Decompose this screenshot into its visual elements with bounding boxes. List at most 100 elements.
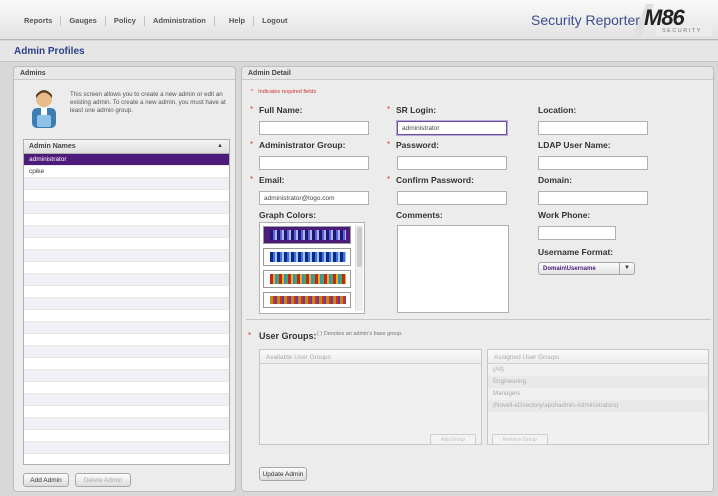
list-item[interactable]: Managers [488,388,708,400]
admin-names-list: Admin Names ▲ administrator cpike [23,139,230,465]
admins-panel: Admins This screen allows you to create … [13,66,236,492]
admin-group-field[interactable] [259,156,369,170]
nav-help[interactable]: Help [221,16,255,26]
sr-login-label: SR Login: [396,105,437,115]
nav-administration[interactable]: Administration [145,16,215,26]
location-label: Location: [538,105,577,115]
chevron-down-icon: ▼ [619,263,634,274]
list-item[interactable]: Engineering [488,376,708,388]
sr-login-field[interactable]: administrator [397,121,507,135]
ldap-user-field[interactable] [538,156,648,170]
list-item [24,202,229,214]
user-groups-label: User Groups: [259,331,317,341]
m86-logo: M86 SECURITY [632,4,714,38]
add-admin-button[interactable]: Add Admin [23,473,69,487]
admin-user-icon [32,90,56,128]
admin-row-administrator[interactable]: administrator [24,154,229,166]
user-groups-note: ( ) Denotes an admin's base group. [317,331,403,337]
domain-label: Domain: [538,175,572,185]
admin-group-label: Administrator Group: [259,140,346,150]
nav-logout[interactable]: Logout [254,16,295,26]
admin-names-header[interactable]: Admin Names ▲ [24,140,229,154]
delete-admin-button[interactable]: Delete Admin [75,473,131,487]
required-star-icon: * [250,105,254,114]
list-item[interactable]: (All) [488,364,708,376]
required-star-icon: * [387,140,391,149]
list-item [24,430,229,442]
list-item [24,322,229,334]
graph-colors-label: Graph Colors: [259,210,317,220]
color-swatch-2[interactable] [263,248,351,266]
required-star-icon: * [387,175,391,184]
list-item [24,274,229,286]
product-name: Security Reporter [531,12,640,28]
ldap-user-label: LDAP User Name: [538,140,611,150]
list-item[interactable]: (Novell-eDirectory/apohadmin-Administrat… [488,400,708,412]
graph-colors-picker [259,222,365,314]
available-groups-list[interactable]: Available User Groups [259,349,482,445]
color-swatch-3[interactable] [263,270,351,288]
palette-blue-icon [270,252,346,262]
list-item [24,286,229,298]
list-item [24,358,229,370]
password-label: Password: [396,140,439,150]
list-item [24,250,229,262]
list-item [24,238,229,250]
nav-reports[interactable]: Reports [16,16,62,26]
section-divider [246,319,711,320]
list-item [24,418,229,430]
email-label: Email: [259,175,285,185]
list-item [24,442,229,454]
admin-names-header-label: Admin Names [29,143,76,150]
location-field[interactable] [538,121,648,135]
full-name-field[interactable] [259,121,369,135]
work-phone-field[interactable] [538,226,616,240]
list-item [24,310,229,322]
list-item [24,214,229,226]
username-format-label: Username Format: [538,247,614,257]
nav-policy[interactable]: Policy [106,16,145,26]
nav-gauges[interactable]: Gauges [61,16,106,26]
list-item [24,298,229,310]
required-star-icon: * [251,89,254,95]
username-format-select[interactable]: Domain\Username ▼ [538,262,635,275]
colors-scroll-thumb[interactable] [357,227,362,267]
admin-row-cpike[interactable]: cpike [24,166,229,178]
required-star-icon: * [250,175,254,184]
required-star-icon: * [250,140,254,149]
assigned-groups-list[interactable]: Assigned User Groups (All) Engineering M… [487,349,709,445]
admins-panel-heading: Admins [14,67,235,80]
color-swatch-4[interactable] [263,292,351,308]
color-swatch-1[interactable] [263,226,351,244]
add-group-button[interactable]: Add Group [430,434,476,445]
required-star-icon: * [248,331,252,340]
password-field[interactable] [397,156,507,170]
confirm-password-label: Confirm Password: [396,175,474,185]
comments-label: Comments: [396,210,443,220]
update-admin-button[interactable]: Update Admin [259,467,307,481]
list-item [24,370,229,382]
email-field[interactable]: administrator@logo.com [259,191,369,205]
admin-detail-panel: Admin Detail * Indicates required fields … [241,66,714,492]
available-groups-header: Available User Groups [260,350,481,364]
domain-field[interactable] [538,191,648,205]
assigned-groups-header: Assigned User Groups [488,350,708,364]
logo-subtext: SECURITY [662,28,702,34]
full-name-label: Full Name: [259,105,303,115]
list-item [24,346,229,358]
list-item [24,394,229,406]
list-item [24,334,229,346]
remove-group-button[interactable]: Remove Group [492,434,548,445]
work-phone-label: Work Phone: [538,210,591,220]
page-title-bar: Admin Profiles [0,41,718,62]
admin-detail-heading: Admin Detail [242,67,713,80]
main-nav: Reports Gauges Policy Administration Hel… [16,16,296,26]
list-item [24,406,229,418]
top-bar: Reports Gauges Policy Administration Hel… [0,0,718,40]
page-title: Admin Profiles [14,46,85,57]
palette-purple-icon [270,230,346,240]
required-star-icon: * [387,105,391,114]
list-item [24,178,229,190]
comments-textarea[interactable] [397,225,509,313]
confirm-password-field[interactable] [397,191,507,205]
